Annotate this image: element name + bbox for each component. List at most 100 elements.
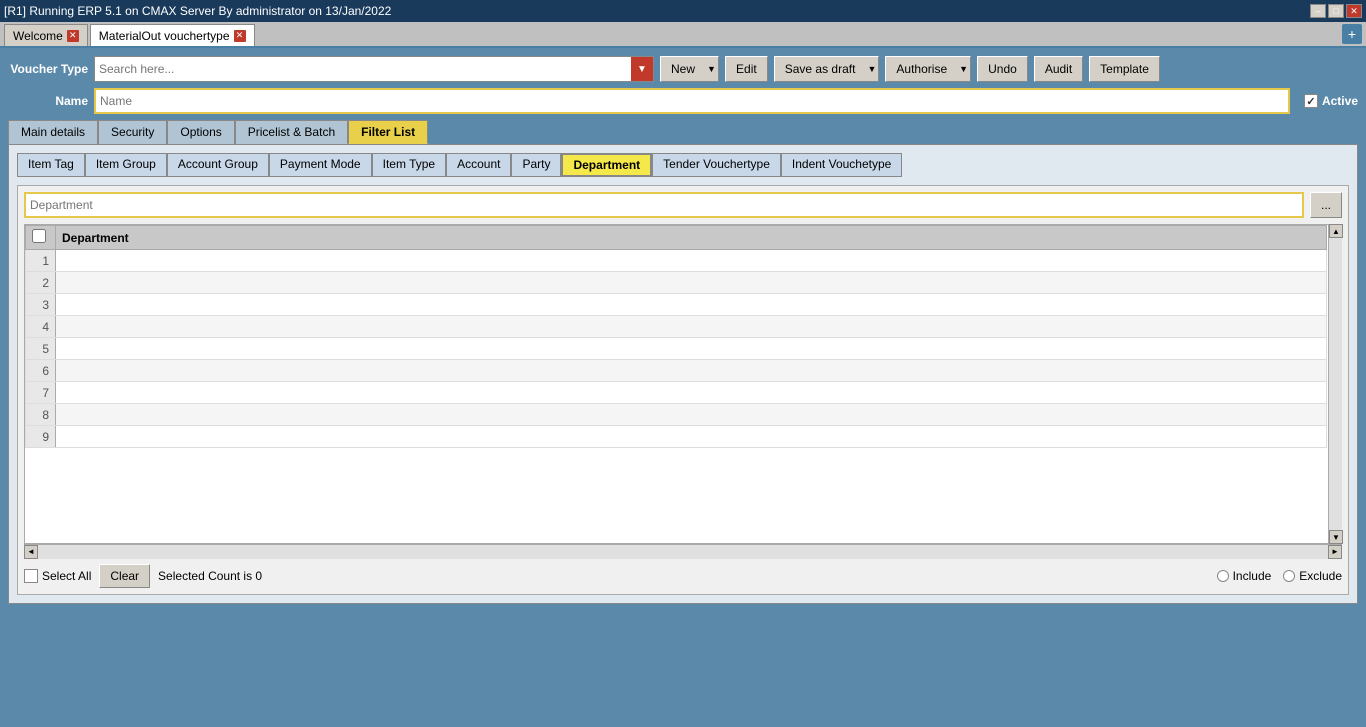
department-search-input[interactable] [24, 192, 1304, 218]
filter-tab-payment-mode[interactable]: Payment Mode [269, 153, 372, 177]
filter-tabs: Item Tag Item Group Account Group Paymen… [17, 153, 1349, 177]
save-as-draft-button[interactable]: Save as draft [774, 56, 866, 82]
voucher-type-label: Voucher Type [8, 62, 88, 76]
filter-tab-account-group[interactable]: Account Group [167, 153, 269, 177]
active-checkbox[interactable]: ✓ [1304, 94, 1318, 108]
table-row: 2 [26, 272, 1327, 294]
filter-tab-account[interactable]: Account [446, 153, 511, 177]
new-button[interactable]: New [660, 56, 705, 82]
scrollbar-right-arrow[interactable]: ► [1328, 545, 1342, 559]
row-number: 8 [26, 404, 56, 426]
filter-tab-item-type[interactable]: Item Type [372, 153, 446, 177]
active-check-mark: ✓ [1306, 95, 1315, 108]
department-browse-button[interactable]: ... [1310, 192, 1342, 218]
authorise-dropdown-arrow[interactable]: ▼ [957, 56, 971, 82]
table-row: 9 [26, 426, 1327, 448]
include-radio-button[interactable] [1217, 570, 1229, 582]
filter-tab-item-group[interactable]: Item Group [85, 153, 167, 177]
row-dept-cell [56, 272, 1327, 294]
row-dept-cell [56, 382, 1327, 404]
tab-pricelist-batch[interactable]: Pricelist & Batch [235, 120, 348, 144]
tab-materialout[interactable]: MaterialOut vouchertype ✕ [90, 24, 255, 46]
maximize-button[interactable]: □ [1328, 4, 1344, 18]
exclude-label: Exclude [1299, 569, 1342, 583]
scrollbar-down-arrow[interactable]: ▼ [1329, 530, 1343, 544]
select-all-label: Select All [42, 569, 91, 583]
scrollbar-vertical[interactable]: ▲ ▼ [1328, 224, 1342, 544]
tab-add-button[interactable]: + [1342, 24, 1362, 44]
exclude-radio-wrap: Exclude [1283, 569, 1342, 583]
undo-button[interactable]: Undo [977, 56, 1028, 82]
table-row: 8 [26, 404, 1327, 426]
scrollbar-left-arrow[interactable]: ◄ [24, 545, 38, 559]
filter-tab-party[interactable]: Party [511, 153, 561, 177]
tab-welcome-label: Welcome [13, 29, 63, 43]
selected-count-label: Selected Count is 0 [158, 569, 262, 583]
table-row: 7 [26, 382, 1327, 404]
tab-materialout-label: MaterialOut vouchertype [99, 29, 230, 43]
bottom-bar: Select All Clear Selected Count is 0 Inc… [24, 564, 1342, 588]
row-number: 7 [26, 382, 56, 404]
new-dropdown-arrow[interactable]: ▼ [705, 56, 719, 82]
close-button[interactable]: ✕ [1346, 4, 1362, 18]
save-draft-btn-group: Save as draft ▼ [774, 56, 880, 82]
app-title: [R1] Running ERP 5.1 on CMAX Server By a… [4, 4, 391, 18]
voucher-search-input[interactable] [95, 57, 631, 81]
filter-tab-item-tag[interactable]: Item Tag [17, 153, 85, 177]
content-panel: Item Tag Item Group Account Group Paymen… [8, 144, 1358, 604]
tab-main-details[interactable]: Main details [8, 120, 98, 144]
scrollbar-horizontal[interactable]: ◄ ► [24, 544, 1342, 558]
table-row: 5 [26, 338, 1327, 360]
row-number: 5 [26, 338, 56, 360]
name-label: Name [8, 94, 88, 108]
row-dept-cell [56, 316, 1327, 338]
clear-button[interactable]: Clear [99, 564, 150, 588]
minimize-button[interactable]: – [1310, 4, 1326, 18]
authorise-btn-group: Authorise ▼ [885, 56, 971, 82]
row-dept-cell [56, 338, 1327, 360]
table-row: 3 [26, 294, 1327, 316]
select-all-checkbox[interactable] [24, 569, 38, 583]
active-label: Active [1322, 94, 1358, 108]
table-col-department: Department [56, 226, 1327, 250]
title-bar: [R1] Running ERP 5.1 on CMAX Server By a… [0, 0, 1366, 22]
name-row: Name ✓ Active [8, 88, 1358, 114]
active-wrap: ✓ Active [1304, 94, 1358, 108]
main-area: Voucher Type ▼ New ▼ Edit Save as draft … [0, 48, 1366, 727]
table-header-checkbox-cell [26, 226, 56, 250]
authorise-button[interactable]: Authorise [885, 56, 957, 82]
voucher-dropdown-icon[interactable]: ▼ [631, 57, 653, 81]
filter-tab-department[interactable]: Department [561, 153, 652, 177]
audit-button[interactable]: Audit [1034, 56, 1083, 82]
tab-security[interactable]: Security [98, 120, 167, 144]
new-btn-group: New ▼ [660, 56, 719, 82]
tab-materialout-close[interactable]: ✕ [234, 30, 246, 42]
tab-options[interactable]: Options [167, 120, 234, 144]
voucher-type-row: Voucher Type ▼ New ▼ Edit Save as draft … [8, 56, 1358, 82]
include-radio-wrap: Include [1217, 569, 1272, 583]
name-input[interactable] [94, 88, 1290, 114]
department-table: Department 1 2 3 4 5 6 [25, 225, 1327, 448]
row-number: 1 [26, 250, 56, 272]
row-number: 4 [26, 316, 56, 338]
table-row: 1 [26, 250, 1327, 272]
filter-tab-tender-vouchertype[interactable]: Tender Vouchertype [652, 153, 781, 177]
edit-button[interactable]: Edit [725, 56, 768, 82]
department-table-wrap[interactable]: Department 1 2 3 4 5 6 [24, 224, 1342, 544]
tab-filter-list[interactable]: Filter List [348, 120, 428, 144]
include-label: Include [1233, 569, 1272, 583]
tab-welcome-close[interactable]: ✕ [67, 30, 79, 42]
row-number: 6 [26, 360, 56, 382]
template-button[interactable]: Template [1089, 56, 1160, 82]
scrollbar-track [1329, 238, 1342, 530]
scrollbar-h-track [38, 545, 1328, 559]
tab-welcome[interactable]: Welcome ✕ [4, 24, 88, 46]
table-select-all-checkbox[interactable] [32, 229, 46, 243]
exclude-radio-button[interactable] [1283, 570, 1295, 582]
scrollbar-up-arrow[interactable]: ▲ [1329, 224, 1343, 238]
save-draft-dropdown-arrow[interactable]: ▼ [865, 56, 879, 82]
row-number: 3 [26, 294, 56, 316]
tab-bar: Welcome ✕ MaterialOut vouchertype ✕ + [0, 22, 1366, 48]
department-section: ... Department [17, 185, 1349, 595]
filter-tab-indent-vouchetype[interactable]: Indent Vouchetype [781, 153, 902, 177]
